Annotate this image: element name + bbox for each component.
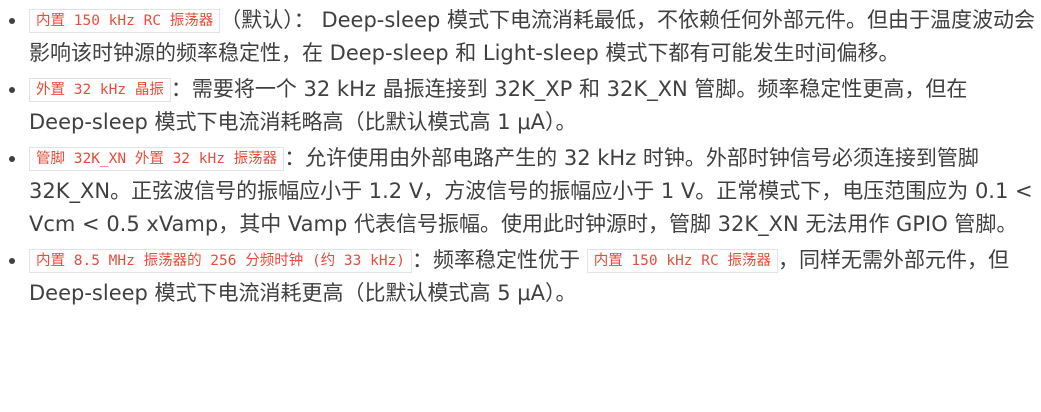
inline-code: 外置 32 kHz 晶振 bbox=[29, 78, 171, 102]
inline-code: 内置 8.5 MHz 振荡器的 256 分频时钟 (约 33 kHz) bbox=[29, 249, 413, 273]
item-text: ：频率稳定性优于 bbox=[412, 248, 581, 272]
inline-code: 内置 150 kHz RC 振荡器 bbox=[29, 9, 221, 33]
document-page: 内置 150 kHz RC 振荡器 （默认）： Deep-sleep 模式下电流消… bbox=[0, 4, 1041, 412]
list-item: 内置 8.5 MHz 振荡器的 256 分频时钟 (约 33 kHz) ：频率稳定… bbox=[9, 244, 1041, 310]
bullet-icon bbox=[9, 18, 15, 24]
list-item: 内置 150 kHz RC 振荡器 （默认）： Deep-sleep 模式下电流消… bbox=[9, 4, 1041, 70]
clock-source-list: 内置 150 kHz RC 振荡器 （默认）： Deep-sleep 模式下电流消… bbox=[0, 4, 1041, 310]
bullet-icon bbox=[9, 156, 15, 162]
list-item: 管脚 32K_XN 外置 32 kHz 振荡器 ：允许使用由外部电路产生的 32 … bbox=[9, 142, 1041, 241]
bullet-icon bbox=[9, 258, 15, 264]
list-item: 外置 32 kHz 晶振 ：需要将一个 32 kHz 晶振连接到 32K_XP 和… bbox=[9, 73, 1041, 139]
inline-code: 管脚 32K_XN 外置 32 kHz 振荡器 bbox=[29, 147, 285, 171]
bullet-icon bbox=[9, 87, 15, 93]
inline-code: 内置 150 kHz RC 振荡器 bbox=[586, 249, 778, 273]
